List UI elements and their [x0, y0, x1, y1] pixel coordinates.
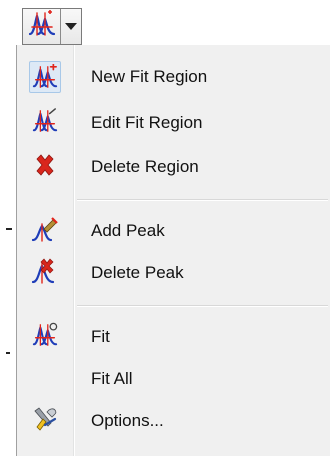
fit-icon: [32, 322, 58, 353]
menu-item-label: Delete Region: [91, 157, 199, 176]
menu-separator: [77, 305, 328, 307]
background-fragment: [6, 228, 12, 230]
menu-item-label: Fit All: [91, 369, 133, 388]
background-fragment: [6, 352, 10, 354]
options-icon: [31, 405, 59, 438]
menu-item-label: New Fit Region: [91, 67, 208, 86]
menu-item-label: Edit Fit Region: [91, 113, 203, 132]
fit-region-icon: [28, 10, 56, 43]
menu-item-fit[interactable]: Fit: [17, 315, 330, 359]
menu-item-fit-all[interactable]: Fit All: [17, 357, 330, 401]
dropdown-arrow-button[interactable]: [61, 9, 81, 44]
menu-item-add-peak[interactable]: Add Peak: [17, 209, 330, 253]
dropdown-triangle-icon: [65, 23, 77, 30]
menu-item-label: Options...: [91, 411, 164, 430]
menu-item-new-fit-region[interactable]: New Fit Region: [17, 55, 330, 99]
menu-item-edit-fit-region[interactable]: Edit Fit Region: [17, 101, 330, 145]
add-peak-icon: [31, 215, 59, 248]
menu-item-label: Fit: [91, 327, 110, 346]
menu-item-options[interactable]: Options...: [17, 399, 330, 443]
menu-separator: [77, 199, 328, 201]
fit-dropdown-menu: New Fit Region Edit Fit Region Delete Re…: [16, 45, 330, 456]
menu-item-label: Add Peak: [91, 221, 165, 240]
menu-item-label: Delete Peak: [91, 263, 184, 282]
new-fit-region-icon: [29, 61, 61, 93]
menu-item-delete-region[interactable]: Delete Region: [17, 145, 330, 189]
edit-fit-region-icon: [32, 107, 58, 139]
fit-region-split-button[interactable]: [22, 8, 82, 45]
fit-region-button[interactable]: [23, 9, 61, 44]
delete-peak-icon: [31, 257, 59, 290]
menu-item-delete-peak[interactable]: Delete Peak: [17, 251, 330, 295]
screen: New Fit Region Edit Fit Region Delete Re…: [0, 0, 330, 456]
delete-region-icon: [33, 153, 57, 182]
